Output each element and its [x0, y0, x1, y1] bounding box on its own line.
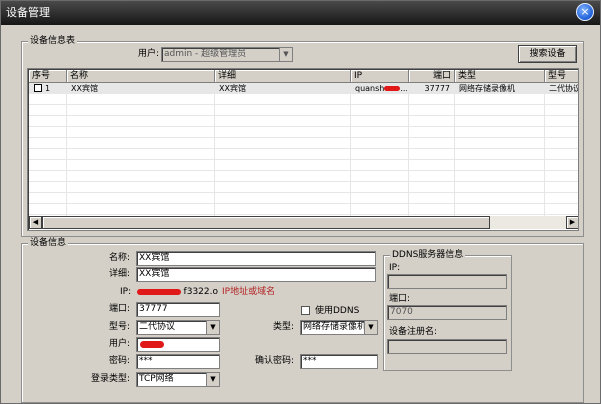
ddns-ip-label: IP: — [389, 263, 401, 273]
row-port-cell: 37777 — [424, 84, 450, 93]
row-ip-prefix: quansh — [355, 84, 385, 93]
grid-line — [29, 204, 578, 215]
ddns-port-input: 7070 — [387, 305, 507, 320]
type-select-value: 网络存储录像机 — [303, 322, 367, 332]
device-management-window: 设备管理 × 设备信息表 用户: admin - 超级管理员 ▼ 搜索设备 序号… — [0, 0, 601, 404]
type-label: 类型: — [273, 322, 295, 332]
name-label: 名称: — [109, 253, 131, 263]
user-select-value: admin - 超级管理员 — [164, 49, 247, 59]
ddns-group-title: DDNS服务器信息 — [390, 250, 466, 261]
grid-line — [29, 94, 578, 105]
scroll-left-icon[interactable]: ◀ — [29, 216, 42, 229]
grid-line — [29, 127, 578, 138]
ddns-register-name-label: 设备注册名: — [389, 327, 438, 337]
device-info-group-title: 设备信息 — [28, 238, 69, 249]
detail-input[interactable]: XX宾馆 — [136, 267, 376, 282]
port-input[interactable]: 37777 — [136, 302, 220, 317]
ip-value: f3322.o — [183, 287, 218, 297]
row-ip-suffix: ... — [400, 84, 407, 93]
use-ddns-checkbox[interactable] — [301, 306, 310, 315]
login-type-select[interactable]: TCP网络 ▼ — [136, 372, 220, 387]
row-detail-cell: XX宾馆 — [219, 84, 246, 93]
user-select: admin - 超级管理员 ▼ — [161, 47, 293, 62]
row-ip-cell: quansh... — [353, 83, 407, 94]
redaction-mark — [384, 86, 401, 91]
password-label: 密码: — [109, 356, 131, 366]
ip-label: IP: — [120, 287, 132, 297]
confirm-password-label: 确认密码: — [255, 356, 295, 366]
detail-label: 详细: — [109, 269, 131, 279]
user-field-label: 用户: — [109, 339, 131, 349]
model-label: 型号: — [109, 322, 131, 332]
scroll-right-icon[interactable]: ▶ — [566, 216, 578, 229]
name-input[interactable]: XX宾馆 — [136, 251, 376, 266]
horizontal-scrollbar[interactable]: ◀ ▶ — [29, 216, 578, 229]
title-bar: 设备管理 × — [1, 1, 600, 25]
confirm-password-input[interactable]: *** — [300, 354, 378, 369]
redaction-mark — [140, 341, 164, 348]
table-header: 序号 名称 详细 IP 端口 类型 型号 — [29, 70, 578, 83]
row-type-cell: 网络存储录像机 — [459, 84, 515, 93]
login-type-label: 登录类型: — [91, 374, 131, 384]
column-header-type[interactable]: 类型 — [455, 70, 545, 83]
grid-line — [29, 182, 578, 193]
user-input[interactable] — [136, 337, 220, 352]
model-select[interactable]: 二代协议 ▼ — [136, 320, 220, 335]
ddns-ip-input — [387, 274, 507, 289]
login-type-select-value: TCP网络 — [139, 374, 174, 384]
ip-hint: IP地址或域名 — [222, 287, 276, 297]
chevron-down-icon: ▼ — [279, 48, 292, 61]
grid-line — [29, 160, 578, 171]
grid-line — [29, 171, 578, 182]
table-row[interactable]: 1 XX宾馆 XX宾馆 quansh... 37777 网络存储录像机 二代协议 — [29, 83, 579, 94]
chevron-down-icon[interactable]: ▼ — [364, 321, 377, 334]
column-header-port[interactable]: 端口 — [409, 70, 455, 83]
column-header-index[interactable]: 序号 — [29, 70, 67, 83]
row-name-cell: XX宾馆 — [71, 84, 98, 93]
row-model-cell: 二代协议 — [549, 84, 579, 93]
ddns-register-name-input — [387, 339, 507, 354]
table-body: 1 XX宾馆 XX宾馆 quansh... 37777 网络存储录像机 二代协议 — [29, 83, 579, 217]
port-label: 端口: — [109, 304, 131, 314]
row-checkbox[interactable] — [34, 84, 42, 92]
grid-line — [29, 105, 578, 116]
column-header-ip[interactable]: IP — [351, 70, 409, 83]
grid-line — [29, 193, 578, 204]
grid-line — [29, 116, 578, 127]
ddns-port-label: 端口: — [389, 294, 411, 304]
scrollbar-thumb[interactable] — [42, 216, 490, 229]
ip-input[interactable]: f3322.o — [136, 285, 218, 299]
use-ddns-label: 使用DDNS — [315, 306, 360, 316]
password-input[interactable]: *** — [136, 354, 220, 369]
close-icon[interactable]: × — [576, 3, 594, 21]
row-index-cell: 1 — [32, 83, 66, 94]
chevron-down-icon[interactable]: ▼ — [206, 321, 219, 334]
window-title: 设备管理 — [6, 6, 50, 19]
column-header-model[interactable]: 型号 — [545, 70, 578, 83]
search-device-button[interactable]: 搜索设备 — [518, 45, 577, 63]
device-table: 序号 名称 详细 IP 端口 类型 型号 1 XX宾馆 XX宾馆 quansh … — [27, 68, 579, 231]
column-header-detail[interactable]: 详细 — [215, 70, 351, 83]
model-select-value: 二代协议 — [139, 322, 176, 332]
grid-line — [29, 149, 578, 160]
type-select[interactable]: 网络存储录像机 ▼ — [300, 320, 378, 335]
redaction-mark — [137, 289, 181, 295]
row-index: 1 — [45, 84, 51, 93]
user-label: 用户: — [138, 49, 160, 59]
column-header-name[interactable]: 名称 — [67, 70, 215, 83]
device-list-group-title: 设备信息表 — [28, 36, 78, 47]
grid-line — [29, 138, 578, 149]
chevron-down-icon[interactable]: ▼ — [206, 373, 219, 386]
